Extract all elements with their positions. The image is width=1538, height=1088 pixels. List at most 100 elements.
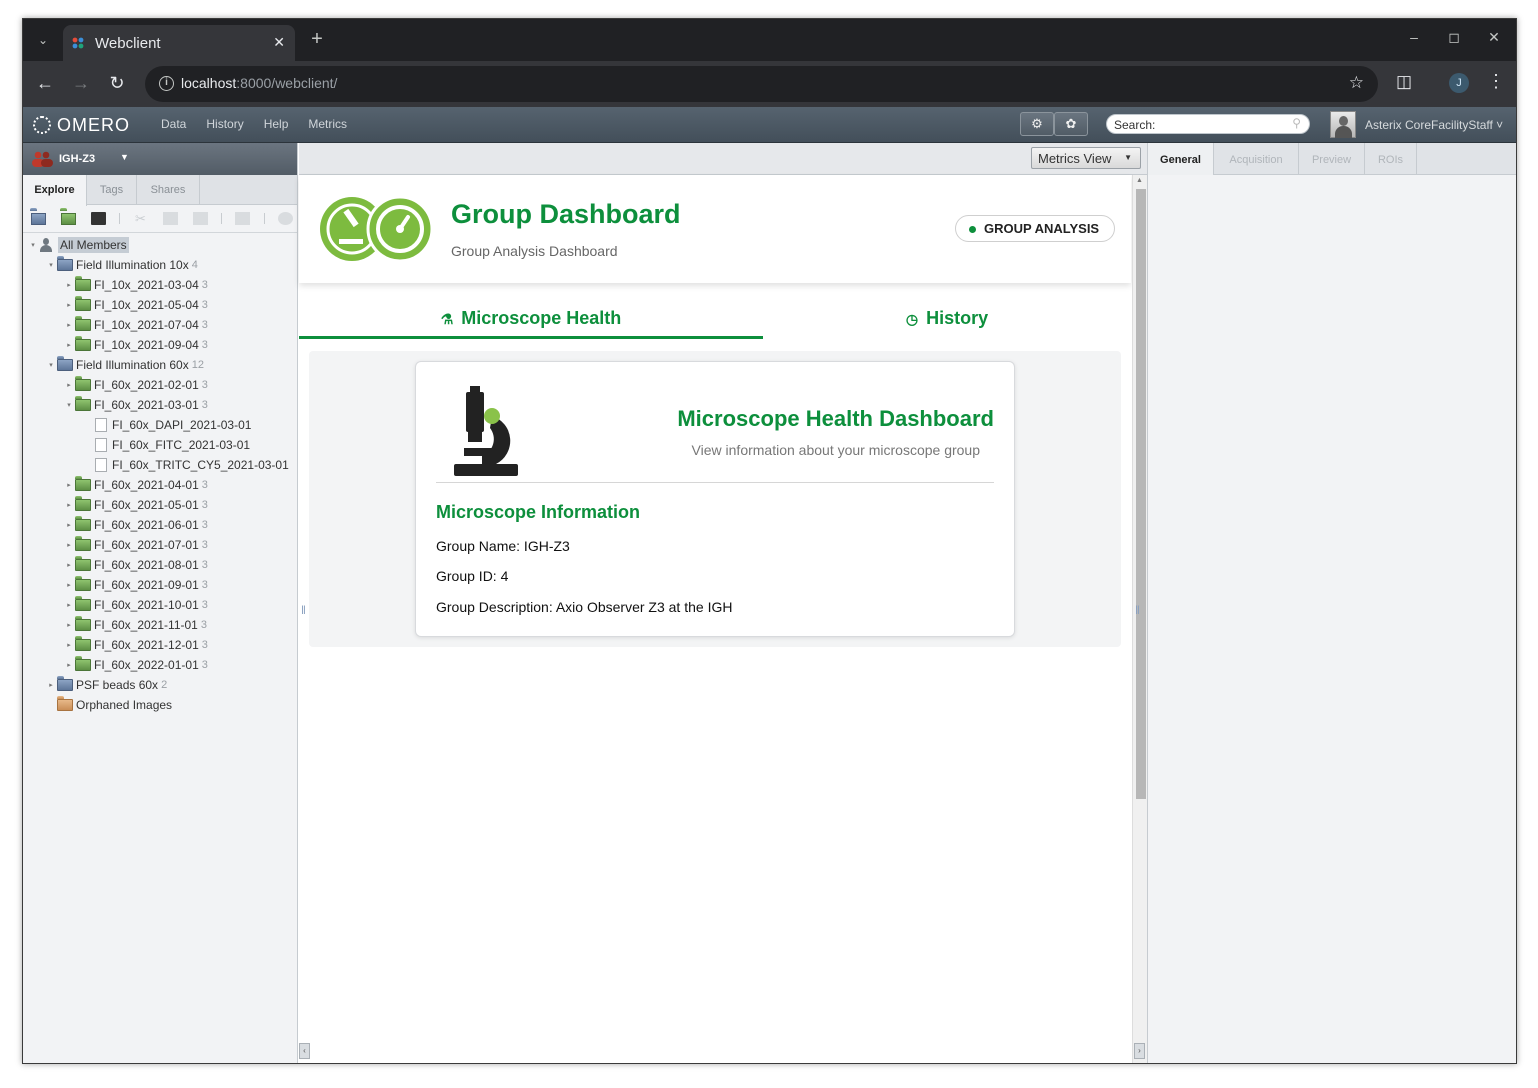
nav-history[interactable]: History — [206, 117, 243, 131]
bookmark-star-icon[interactable]: ☆ — [1349, 73, 1364, 93]
collapsed-arrow-icon[interactable]: ▸ — [63, 641, 75, 649]
collapsed-arrow-icon[interactable]: ▸ — [63, 661, 75, 669]
search-input[interactable]: Search: ⚲ — [1106, 114, 1310, 134]
collapsed-arrow-icon[interactable]: ▸ — [63, 301, 75, 309]
minimize-window-icon[interactable]: – — [1403, 29, 1425, 45]
tab-shares[interactable]: Shares — [137, 175, 200, 205]
back-arrow-icon[interactable]: ← — [33, 71, 57, 95]
collapsed-arrow-icon[interactable]: ▸ — [63, 621, 75, 629]
tree-node-label: Field Illumination 10x — [76, 258, 189, 272]
view-selector-dropdown[interactable]: Metrics View ▼ — [1031, 147, 1141, 169]
apps-flower-icon[interactable]: ✿ — [1054, 112, 1088, 136]
close-tab-icon[interactable]: ✕ — [273, 34, 285, 51]
tree-dataset[interactable]: ▸ FI_60x_2021-12-01 3 — [63, 635, 208, 655]
collapsed-arrow-icon[interactable]: ▸ — [63, 501, 75, 509]
tree-project[interactable]: ▾ Field Illumination 10x 4 — [45, 255, 198, 275]
tree-dataset[interactable]: ▸ FI_60x_2021-07-01 3 — [63, 535, 208, 555]
collapsed-arrow-icon[interactable]: ▸ — [63, 281, 75, 289]
address-url[interactable]: localhost:8000/webclient/ — [181, 75, 337, 91]
collapsed-arrow-icon[interactable]: ▸ — [45, 681, 57, 689]
user-menu[interactable]: Asterix CoreFacilityStaff ˅ — [1365, 118, 1503, 132]
tab-explore[interactable]: Explore — [23, 175, 87, 206]
search-icon[interactable]: ⚲ — [1292, 116, 1301, 130]
tab-preview[interactable]: Preview — [1299, 143, 1365, 175]
tab-list-chevron-icon[interactable]: ⌄ — [31, 28, 55, 52]
tab-tags[interactable]: Tags — [87, 175, 137, 205]
tree-dataset[interactable]: ▸ FI_60x_2021-04-01 3 — [63, 475, 208, 495]
left-splitter-handle[interactable]: ‖ — [301, 603, 306, 617]
delete-trash-icon[interactable] — [235, 212, 250, 225]
expanded-arrow-icon[interactable]: ▾ — [45, 361, 57, 369]
collapsed-arrow-icon[interactable]: ▸ — [63, 321, 75, 329]
paste-clipboard-icon[interactable] — [193, 212, 208, 225]
nav-data[interactable]: Data — [161, 117, 186, 131]
tree-root-all-members[interactable]: ▾ All Members — [27, 235, 129, 255]
center-scrollbar[interactable]: ▲ — [1132, 175, 1147, 1063]
tab-general[interactable]: General — [1148, 143, 1214, 176]
scroll-thumb[interactable] — [1136, 189, 1146, 799]
collapsed-arrow-icon[interactable]: ▸ — [63, 481, 75, 489]
tree-dataset[interactable]: ▸ FI_60x_2021-05-01 3 — [63, 495, 208, 515]
tree-dataset[interactable]: ▸ FI_60x_2021-08-01 3 — [63, 555, 208, 575]
expanded-arrow-icon[interactable]: ▾ — [45, 261, 57, 269]
browser-menu-kebab-icon[interactable]: ⋮ — [1487, 71, 1505, 92]
cut-scissors-icon[interactable]: ✂ — [135, 212, 150, 225]
tree-dataset[interactable]: ▾ FI_60x_2021-03-01 3 — [63, 395, 208, 415]
tree-dataset[interactable]: ▸ FI_10x_2021-03-04 3 — [63, 275, 208, 295]
forward-arrow-icon[interactable]: → — [69, 71, 93, 95]
tree-project[interactable]: ▾ Field Illumination 60x 12 — [45, 355, 204, 375]
collapsed-arrow-icon[interactable]: ▸ — [63, 521, 75, 529]
nav-metrics[interactable]: Metrics — [308, 117, 347, 131]
tree-dataset[interactable]: ▸ FI_10x_2021-05-04 3 — [63, 295, 208, 315]
collapse-left-grip[interactable]: ‹ — [299, 1043, 310, 1059]
create-screen-icon[interactable] — [91, 212, 106, 225]
browser-tab-webclient[interactable]: Webclient ✕ — [63, 25, 295, 61]
tree-dataset[interactable]: ▸ FI_60x_2021-09-01 3 — [63, 575, 208, 595]
collapsed-arrow-icon[interactable]: ▸ — [63, 381, 75, 389]
collapsed-arrow-icon[interactable]: ▸ — [63, 601, 75, 609]
expanded-arrow-icon[interactable]: ▾ — [27, 241, 39, 249]
collapsed-arrow-icon[interactable]: ▸ — [63, 581, 75, 589]
tree-image[interactable]: FI_60x_TRITC_CY5_2021-03-01 — [83, 455, 289, 475]
collapsed-arrow-icon[interactable]: ▸ — [63, 561, 75, 569]
reload-icon[interactable]: ↻ — [105, 71, 129, 95]
close-window-icon[interactable]: ✕ — [1483, 29, 1505, 46]
address-bar[interactable]: i localhost:8000/webclient/ ☆ — [145, 66, 1378, 102]
tree-project[interactable]: ▸ PSF beads 60x 2 — [45, 675, 167, 695]
nav-help[interactable]: Help — [264, 117, 289, 131]
group-selector[interactable]: IGH-Z3 ▼ — [23, 143, 297, 175]
tree-image[interactable]: FI_60x_FITC_2021-03-01 — [83, 435, 250, 455]
tree-dataset[interactable]: ▸ FI_10x_2021-07-04 3 — [63, 315, 208, 335]
profile-avatar[interactable]: J — [1449, 73, 1469, 93]
collapsed-arrow-icon[interactable]: ▸ — [63, 541, 75, 549]
tree-dataset[interactable]: ▸ FI_10x_2021-09-04 3 — [63, 335, 208, 355]
change-ownership-globe-icon[interactable] — [278, 212, 293, 225]
tree-image[interactable]: FI_60x_DAPI_2021-03-01 — [83, 415, 251, 435]
scroll-up-arrow-icon[interactable]: ▲ — [1136, 177, 1143, 184]
expanded-arrow-icon[interactable]: ▾ — [63, 401, 75, 409]
tab-acquisition[interactable]: Acquisition — [1214, 143, 1299, 175]
extensions-puzzle-icon[interactable]: ◫ — [1396, 72, 1412, 92]
tree-dataset[interactable]: ▸ FI_60x_2022-01-01 3 — [63, 655, 208, 675]
tab-history[interactable]: ◷ History — [763, 301, 1131, 339]
copy-icon[interactable] — [163, 212, 178, 225]
tree-dataset[interactable]: ▸ FI_60x_2021-11-01 3 — [63, 615, 207, 635]
right-splitter-handle[interactable]: ‖ — [1135, 603, 1140, 617]
tab-microscope-health[interactable]: ⚗ Microscope Health — [299, 301, 763, 339]
tree-dataset[interactable]: ▸ FI_60x_2021-10-01 3 — [63, 595, 208, 615]
admin-gears-icon[interactable]: ⚙ — [1020, 112, 1054, 136]
tree-dataset[interactable]: ▸ FI_60x_2021-02-01 3 — [63, 375, 208, 395]
omero-logo[interactable]: OMERO — [33, 114, 130, 136]
collapse-right-grip[interactable]: › — [1134, 1043, 1145, 1059]
create-dataset-folder-icon[interactable] — [61, 212, 76, 225]
site-info-icon[interactable]: i — [159, 76, 174, 91]
tree-dataset[interactable]: ▸ FI_60x_2021-06-01 3 — [63, 515, 208, 535]
maximize-window-icon[interactable]: ◻ — [1443, 29, 1465, 46]
collapsed-arrow-icon[interactable]: ▸ — [63, 341, 75, 349]
create-project-folder-icon[interactable] — [31, 212, 46, 225]
tree-orphaned-images[interactable]: Orphaned Images — [45, 695, 172, 715]
user-avatar[interactable] — [1330, 111, 1356, 138]
group-caret-down-icon[interactable]: ▼ — [120, 152, 129, 162]
tab-rois[interactable]: ROIs — [1365, 143, 1417, 175]
new-tab-plus-icon[interactable]: + — [306, 28, 328, 51]
